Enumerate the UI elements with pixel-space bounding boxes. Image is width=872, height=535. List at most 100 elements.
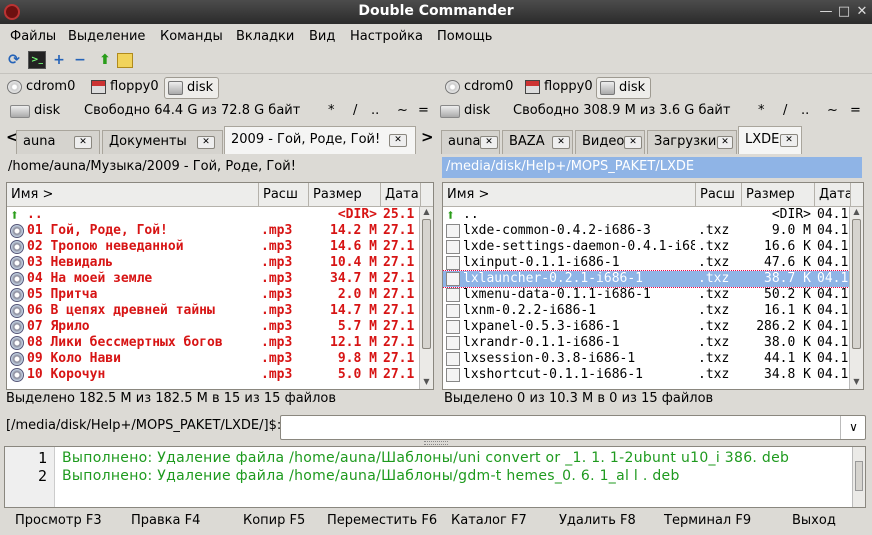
left-tab-2009[interactable]: 2009 - Гой, Роде, Гой! ✕ xyxy=(224,126,416,154)
file-row[interactable]: lxsession-0.3.8-i686-1 .txz 44.1 K 04.1 xyxy=(443,351,849,367)
nav-equal[interactable]: = xyxy=(850,103,861,118)
file-row[interactable]: lxshortcut-0.1.1-i686-1 .txz 34.8 K 04.1 xyxy=(443,367,849,383)
column-name[interactable]: Имя > xyxy=(7,183,259,207)
left-drive-disk[interactable]: disk xyxy=(164,77,220,99)
left-path-bar[interactable]: /home/auna/Музыка/2009 - Гой, Роде, Гой! xyxy=(4,157,432,178)
column-date[interactable]: Дата xyxy=(815,183,851,207)
file-row[interactable]: 01 Гой, Роде, Гой! .mp3 14.2 M 27.1 xyxy=(7,223,419,239)
delete-f8-button[interactable]: Удалить F8 xyxy=(559,513,636,528)
nav-root[interactable]: * xyxy=(758,103,765,118)
column-ext[interactable]: Расш xyxy=(259,183,309,207)
tab-close-icon[interactable]: ✕ xyxy=(480,136,498,149)
file-row[interactable]: 10 Корочун .mp3 5.0 M 27.1 xyxy=(7,367,419,383)
file-row[interactable]: 03 Невидаль .mp3 10.4 M 27.1 xyxy=(7,255,419,271)
scroll-thumb[interactable] xyxy=(422,219,431,349)
left-drive-cdrom0[interactable]: cdrom0 xyxy=(4,77,80,99)
file-row[interactable]: lxrandr-0.1.1-i686-1 .txz 38.0 K 04.1 xyxy=(443,335,849,351)
file-row[interactable]: lxlauncher-0.2.1-i686-1 .txz 38.7 K 04.1 xyxy=(443,270,850,288)
terminal-icon[interactable]: >_ xyxy=(28,51,46,69)
left-scrollbar[interactable]: ▲ ▼ xyxy=(419,207,433,389)
file-row[interactable]: lxde-common-0.4.2-i686-3 .txz 9.0 M 04.1 xyxy=(443,223,849,239)
nav-slash[interactable]: / xyxy=(783,103,787,118)
menu-files[interactable]: Файлы xyxy=(10,29,56,44)
right-tab-auna[interactable]: auna ✕ xyxy=(441,130,500,154)
menu-view[interactable]: Вид xyxy=(309,29,335,44)
file-row[interactable]: 04 На моей земле .mp3 34.7 M 27.1 xyxy=(7,271,419,287)
scroll-thumb[interactable] xyxy=(855,461,863,491)
left-tab-documents[interactable]: Документы ✕ xyxy=(102,130,223,154)
scroll-down-icon[interactable]: ▼ xyxy=(420,377,433,389)
file-row[interactable]: lxnm-0.2.2-i686-1 .txz 16.1 K 04.1 xyxy=(443,303,849,319)
tab-close-icon[interactable]: ✕ xyxy=(552,136,570,149)
edit-f4-button[interactable]: Правка F4 xyxy=(131,513,200,528)
scroll-up-icon[interactable]: ▲ xyxy=(850,207,863,219)
nav-home[interactable]: ~ xyxy=(397,103,408,118)
right-scrollbar[interactable]: ▲ ▼ xyxy=(849,207,863,389)
right-drive-floppy0[interactable]: floppy0 xyxy=(522,77,598,99)
terminal-f9-button[interactable]: Терминал F9 xyxy=(664,513,751,528)
tab-close-icon[interactable]: ✕ xyxy=(780,134,798,147)
tab-close-icon[interactable]: ✕ xyxy=(389,134,407,147)
chevron-down-icon[interactable]: ∨ xyxy=(840,416,866,439)
file-row[interactable]: 02 Тропою неведанной .mp3 14.6 M 27.1 xyxy=(7,239,419,255)
tab-close-icon[interactable]: ✕ xyxy=(717,136,733,149)
column-size[interactable]: Размер xyxy=(309,183,381,207)
minimize-icon[interactable]: — xyxy=(818,4,834,20)
menu-settings[interactable]: Настройка xyxy=(350,29,423,44)
scroll-down-icon[interactable]: ▼ xyxy=(850,377,863,389)
command-input[interactable] xyxy=(280,415,866,440)
file-row[interactable]: lxmenu-data-0.1.1-i686-1 .txz 50.2 K 04.1 xyxy=(443,287,849,303)
file-row[interactable]: 05 Притча .mp3 2.0 M 27.1 xyxy=(7,287,419,303)
refresh-icon[interactable]: ⟳ xyxy=(5,51,23,69)
up-directory-icon[interactable]: ⬆ xyxy=(96,51,114,69)
maximize-icon[interactable]: □ xyxy=(836,4,852,20)
column-size[interactable]: Размер xyxy=(742,183,815,207)
close-icon[interactable]: ✕ xyxy=(854,4,870,20)
left-drive-floppy0[interactable]: floppy0 xyxy=(88,77,164,99)
tab-close-icon[interactable]: ✕ xyxy=(197,136,215,149)
menu-help[interactable]: Помощь xyxy=(437,29,492,44)
file-row[interactable]: 08 Лики бессмертных богов .mp3 12.1 M 27.1 xyxy=(7,335,419,351)
menu-commands[interactable]: Команды xyxy=(160,29,223,44)
menu-selection[interactable]: Выделение xyxy=(68,29,145,44)
column-ext[interactable]: Расш xyxy=(696,183,742,207)
right-tab-downloads[interactable]: Загрузки ✕ xyxy=(647,130,737,154)
tab-scroll-right-icon[interactable]: > xyxy=(421,128,434,146)
folder-icon[interactable] xyxy=(117,53,133,68)
add-icon[interactable]: + xyxy=(50,51,68,69)
file-row[interactable]: ⬆.. <DIR> 04.1 xyxy=(443,207,849,223)
scroll-thumb[interactable] xyxy=(852,219,861,349)
right-tab-baza[interactable]: BAZA ✕ xyxy=(502,130,573,154)
tab-close-icon[interactable]: ✕ xyxy=(74,136,92,149)
file-row[interactable]: ⬆.. <DIR> 25.1 xyxy=(7,207,419,223)
right-tab-video[interactable]: Видео ✕ xyxy=(575,130,645,154)
scroll-up-icon[interactable]: ▲ xyxy=(420,207,433,219)
exit-button[interactable]: Выход xyxy=(792,513,836,528)
column-date[interactable]: Дата xyxy=(381,183,421,207)
file-row[interactable]: 07 Ярило .mp3 5.7 M 27.1 xyxy=(7,319,419,335)
right-drive-cdrom0[interactable]: cdrom0 xyxy=(442,77,518,99)
copy-f5-button[interactable]: Копир F5 xyxy=(243,513,305,528)
right-tab-lxde[interactable]: LXDE ✕ xyxy=(738,126,802,154)
file-row[interactable]: lxinput-0.1.1-i686-1 .txz 47.6 K 04.1 xyxy=(443,255,849,271)
file-row[interactable]: lxpanel-0.5.3-i686-1 .txz 286.2 K 04.1 xyxy=(443,319,849,335)
nav-root[interactable]: * xyxy=(328,103,335,118)
menu-tabs[interactable]: Вкладки xyxy=(236,29,294,44)
move-f6-button[interactable]: Переместить F6 xyxy=(327,513,437,528)
file-row[interactable]: 06 В цепях древней тайны .mp3 14.7 M 27.1 xyxy=(7,303,419,319)
file-row[interactable]: lxde-settings-daemon-0.4.1-i68 .txz 16.6 K… xyxy=(443,239,849,255)
view-f3-button[interactable]: Просмотр F3 xyxy=(15,513,102,528)
nav-up[interactable]: .. xyxy=(801,103,809,118)
nav-equal[interactable]: = xyxy=(418,103,429,118)
tab-close-icon[interactable]: ✕ xyxy=(624,136,642,149)
nav-up[interactable]: .. xyxy=(371,103,379,118)
nav-home[interactable]: ~ xyxy=(827,103,838,118)
left-tab-auna[interactable]: auna ✕ xyxy=(16,130,100,154)
mkdir-f7-button[interactable]: Каталог F7 xyxy=(451,513,527,528)
log-scrollbar[interactable] xyxy=(852,447,865,507)
column-name[interactable]: Имя > xyxy=(443,183,696,207)
file-row[interactable]: 09 Коло Нави .mp3 9.8 M 27.1 xyxy=(7,351,419,367)
right-path-bar[interactable]: /media/disk/Help+/MOPS_PAKET/LXDE xyxy=(442,157,862,178)
nav-slash[interactable]: / xyxy=(353,103,357,118)
remove-icon[interactable]: − xyxy=(71,51,89,69)
